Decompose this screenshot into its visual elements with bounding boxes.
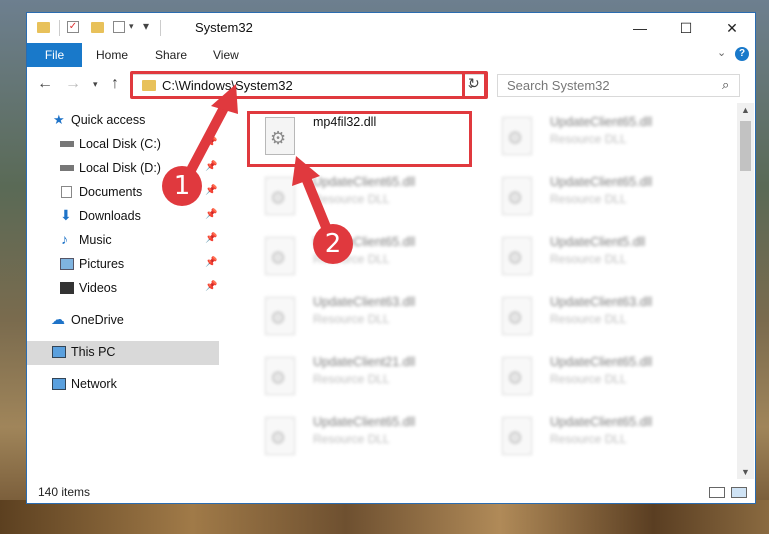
step-marker-2: 2 xyxy=(313,224,353,264)
annotation-arrow-2 xyxy=(292,156,333,237)
step-marker-1: 1 xyxy=(162,166,202,206)
annotation-arrow-1 xyxy=(185,84,238,177)
annotation-arrows xyxy=(185,84,333,237)
